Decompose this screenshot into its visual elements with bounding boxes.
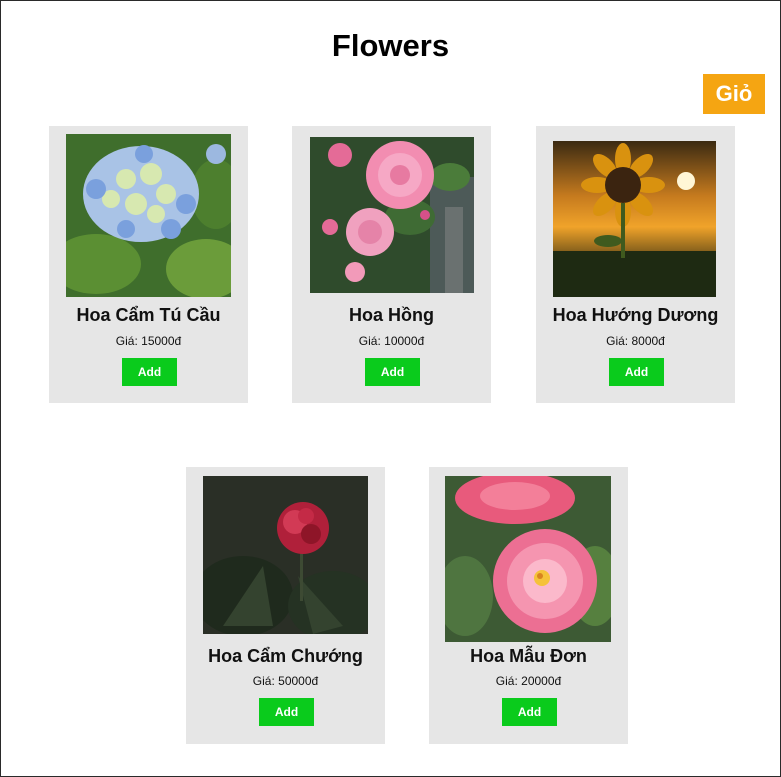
price-value: 10000đ: [384, 334, 425, 348]
product-card-carnation: Hoa Cẩm Chướng Giá: 50000đ Add: [186, 467, 385, 744]
add-to-cart-button[interactable]: Add: [259, 698, 314, 726]
price-label: Giá:: [606, 334, 629, 348]
product-card-rose: Hoa Hồng Giá: 10000đ Add: [292, 126, 491, 403]
add-to-cart-button[interactable]: Add: [502, 698, 557, 726]
carnation-photo: [203, 476, 368, 634]
peony-photo: [445, 476, 611, 642]
product-name: Hoa Cẩm Chướng: [208, 646, 363, 666]
sunflower-photo: [553, 141, 716, 297]
price-label: Giá:: [495, 674, 518, 688]
product-card-hydrangea: Hoa Cẩm Tú Cầu Giá: 15000đ Add: [49, 126, 248, 403]
product-price: Giá: 15000đ: [49, 334, 248, 348]
price-value: 15000đ: [141, 334, 182, 348]
add-to-cart-button[interactable]: Add: [609, 358, 664, 386]
product-price: Giá: 10000đ: [292, 334, 491, 348]
price-label: Giá:: [115, 334, 138, 348]
product-name: Hoa Hồng: [349, 305, 434, 325]
product-card-peony: Hoa Mẫu Đơn Giá: 20000đ Add: [429, 467, 628, 744]
product-card-sunflower: Hoa Hướng Dương Giá: 8000đ Add: [536, 126, 735, 403]
product-price: Giá: 20000đ: [429, 674, 628, 688]
price-value: 8000đ: [631, 334, 665, 348]
cart-button[interactable]: Giỏ: [703, 74, 765, 114]
product-price: Giá: 8000đ: [536, 334, 735, 348]
add-to-cart-button[interactable]: Add: [122, 358, 177, 386]
hydrangea-photo: [66, 134, 231, 297]
product-price: Giá: 50000đ: [186, 674, 385, 688]
price-label: Giá:: [358, 334, 381, 348]
price-label: Giá:: [252, 674, 275, 688]
add-to-cart-button[interactable]: Add: [365, 358, 420, 386]
rose-photo: [310, 137, 474, 293]
product-name: Hoa Mẫu Đơn: [470, 646, 587, 666]
product-name: Hoa Hướng Dương: [552, 305, 719, 325]
price-value: 50000đ: [278, 674, 319, 688]
page-title: Flowers: [331, 28, 450, 63]
price-value: 20000đ: [521, 674, 562, 688]
product-name: Hoa Cẩm Tú Cầu: [76, 305, 221, 325]
